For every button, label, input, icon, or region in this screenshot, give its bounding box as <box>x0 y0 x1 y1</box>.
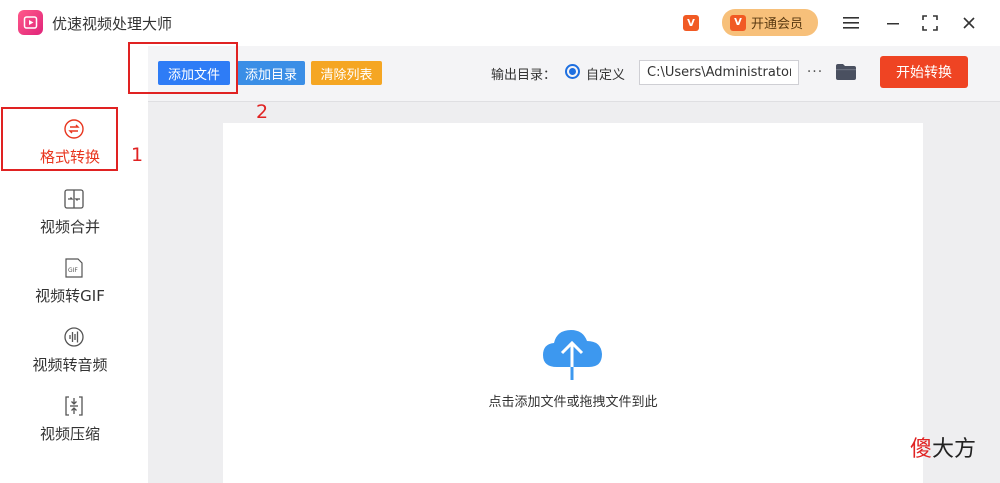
sidebar-item-video-to-audio[interactable]: 视频转音频 <box>0 318 148 384</box>
sidebar-item-video-compress[interactable]: 视频压缩 <box>0 387 148 453</box>
custom-dir-label: 自定义 <box>586 68 626 83</box>
add-file-button[interactable]: 添加文件 <box>158 61 230 85</box>
output-dir-label: 输出目录： <box>491 68 557 83</box>
main-panel: 添加文件 添加目录 清除列表 输出目录： 自定义 ··· 开始转换 <box>148 46 1000 483</box>
add-folder-button[interactable]: 添加目录 <box>237 61 305 85</box>
open-membership-button[interactable]: V 开通会员 <box>722 9 818 36</box>
minimize-icon[interactable] <box>880 10 906 36</box>
sidebar-item-video-to-gif[interactable]: GIF 视频转GIF <box>0 249 148 315</box>
sidebar-item-label: 视频转GIF <box>35 287 105 305</box>
upload-cloud-icon <box>541 327 605 381</box>
drop-hint-text: 点击添加文件或拖拽文件到此 <box>488 395 658 410</box>
file-drop-area[interactable]: 点击添加文件或拖拽文件到此 <box>223 123 923 483</box>
watermark-first-char: 傻 <box>910 437 933 462</box>
folder-icon[interactable] <box>835 62 857 82</box>
sidebar-item-label: 视频转音频 <box>32 356 108 374</box>
more-options-button[interactable]: ··· <box>805 61 825 83</box>
toolbar: 添加文件 添加目录 清除列表 输出目录： 自定义 ··· 开始转换 <box>148 46 1000 102</box>
sidebar-item-label: 格式转换 <box>39 148 100 166</box>
sidebar-item-label: 视频合并 <box>39 218 100 236</box>
custom-dir-radio[interactable] <box>565 64 580 79</box>
app-window: 优速视频处理大师 V V 开通会员 格式转换 视频合并 GIF 视频转GIF 视… <box>0 0 1000 483</box>
watermark-rest: 大方 <box>932 437 977 462</box>
gif-icon: GIF <box>63 257 85 279</box>
format-convert-icon <box>63 118 85 140</box>
sidebar: 格式转换 视频合并 GIF 视频转GIF 视频转音频 视频压缩 <box>0 46 148 483</box>
vip-icon: V <box>730 14 746 31</box>
audio-icon <box>63 326 85 348</box>
fullscreen-icon[interactable] <box>917 10 943 36</box>
watermark: 傻大方 <box>910 431 976 463</box>
compress-icon <box>63 395 85 417</box>
clear-list-button[interactable]: 清除列表 <box>311 61 382 85</box>
open-membership-label: 开通会员 <box>751 17 804 32</box>
sidebar-item-format-convert[interactable]: 格式转换 <box>0 110 148 176</box>
title-bar: 优速视频处理大师 V V 开通会员 <box>0 0 1000 46</box>
svg-text:GIF: GIF <box>68 267 78 274</box>
close-icon[interactable] <box>956 10 982 36</box>
output-path-input[interactable] <box>639 60 799 85</box>
radio-selected-dot <box>569 68 576 75</box>
sidebar-item-video-merge[interactable]: 视频合并 <box>0 180 148 246</box>
video-merge-icon <box>63 188 85 210</box>
menu-icon[interactable] <box>838 10 864 36</box>
annotation-number-1: 1 <box>131 144 144 166</box>
app-title: 优速视频处理大师 <box>52 15 173 33</box>
start-convert-button[interactable]: 开始转换 <box>880 56 968 88</box>
app-logo-icon <box>18 10 43 35</box>
vip-badge-icon[interactable]: V <box>683 15 699 31</box>
sidebar-item-label: 视频压缩 <box>39 425 100 443</box>
annotation-number-2: 2 <box>256 101 269 123</box>
